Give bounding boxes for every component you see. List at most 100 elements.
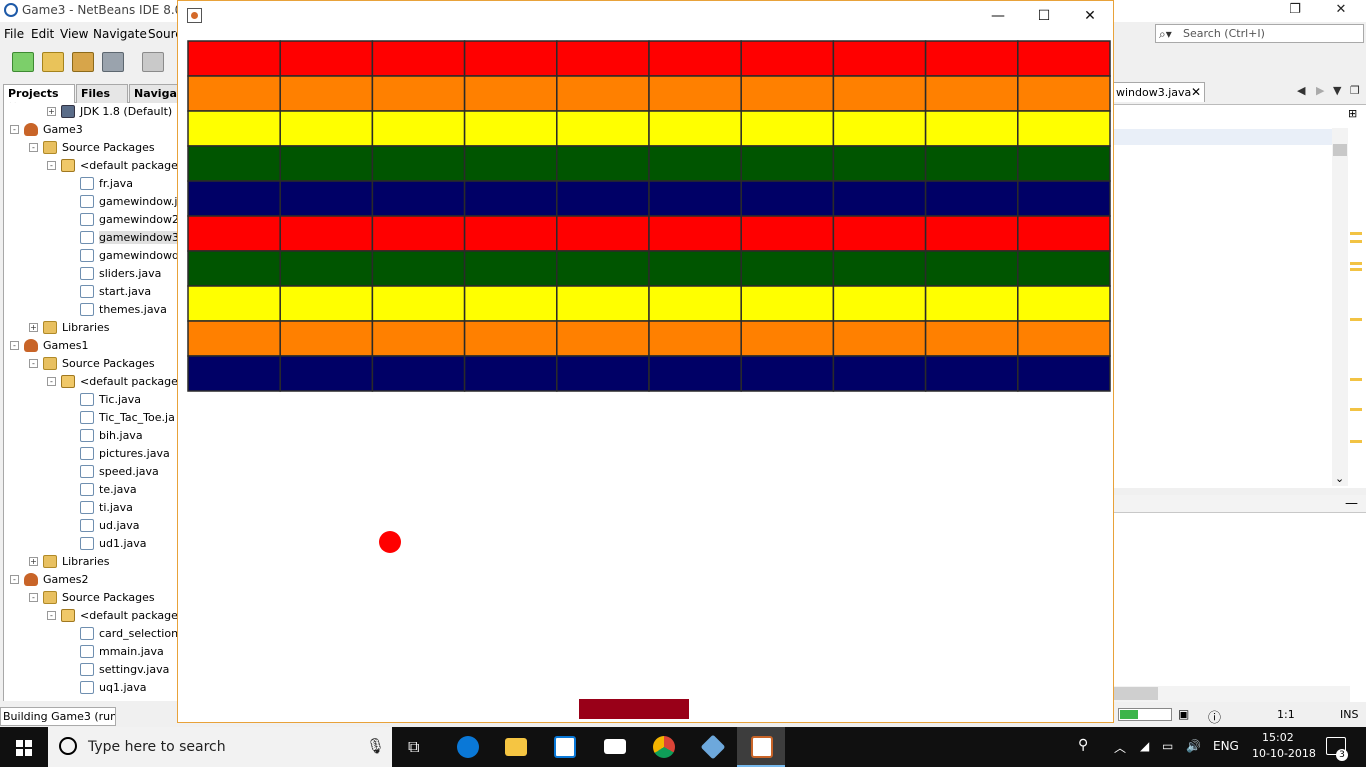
taskbar-store[interactable] [540,727,588,767]
chevron-left-icon[interactable]: ◀ [1297,84,1305,97]
ide-close-icon[interactable]: ✕ [1318,0,1364,22]
collapse-icon[interactable]: - [10,125,19,134]
minimize-icon[interactable]: — [975,1,1021,31]
error-stripe-marker[interactable] [1350,262,1362,265]
undo-icon[interactable] [142,52,164,72]
close-icon[interactable]: ✕ [1191,85,1201,99]
build-status-label[interactable]: Building Game3 (run)... [0,707,116,726]
taskbar-chrome[interactable] [639,727,687,767]
taskbar-search-placeholder: Type here to search [88,739,226,755]
error-stripe-marker[interactable] [1350,408,1362,411]
chevron-up-icon[interactable]: ︿ [1114,739,1126,756]
ide-window-title: Game3 - NetBeans IDE 8.0 [22,3,183,17]
ide-restore-icon[interactable]: ❐ [1272,0,1318,22]
editor-scrollbar-thumb[interactable] [1333,144,1347,156]
windows-logo-icon [25,740,32,747]
collapse-icon[interactable]: - [47,377,56,386]
error-stripe-marker[interactable] [1350,378,1362,381]
open-project-icon[interactable] [72,52,94,72]
collapse-icon[interactable]: - [29,143,38,152]
error-stripe-marker[interactable] [1350,268,1362,271]
tree-row-label: Source Packages [62,357,155,370]
brick [648,145,742,182]
wifi-icon[interactable]: ◢ [1140,739,1149,753]
notification-icon[interactable]: ⓘ [1208,707,1221,726]
ide-search-input[interactable]: ⌕▾ Search (Ctrl+I) [1155,24,1364,43]
collapse-icon[interactable]: - [47,161,56,170]
brick [832,40,927,77]
people-icon[interactable]: ⚲ [1078,737,1088,753]
error-stripe-marker[interactable] [1350,240,1362,243]
java-file-icon [80,663,94,676]
caret-position: 1:1 [1277,708,1295,721]
collapse-icon[interactable]: - [10,341,19,350]
menu-file[interactable]: File [4,27,24,41]
menu-view[interactable]: View [60,27,88,41]
clock-time[interactable]: 15:02 [1262,731,1294,744]
output-hscrollbar[interactable] [1112,686,1350,702]
input-language[interactable]: ENG [1213,739,1239,753]
game-paddle[interactable] [579,699,689,719]
taskbar-search-box[interactable]: Type here to search 🎙 [48,727,392,767]
ide-toolbar [0,46,180,78]
tab-files[interactable]: Files [76,84,128,103]
chevron-down-icon[interactable]: ▼ [1333,84,1341,97]
clock-date[interactable]: 10-10-2018 [1252,747,1316,760]
output-hscrollbar-thumb[interactable] [1112,687,1158,700]
collapse-icon[interactable]: - [29,593,38,602]
tab-projects[interactable]: Projects ✕ [3,84,75,113]
brick [187,40,281,77]
expand-icon[interactable]: + [29,323,38,332]
error-stripe-marker[interactable] [1350,318,1362,321]
brick [1017,40,1111,77]
save-all-icon[interactable] [102,52,124,72]
taskbar-java-app[interactable] [737,727,785,767]
brick [648,320,742,357]
taskbar-mail[interactable] [590,727,638,767]
tree-row-label: start.java [99,285,152,298]
start-button[interactable] [0,727,48,767]
output-panel[interactable] [1112,495,1366,702]
tree-row-label: Tic_Tac_Toe.ja [99,411,175,424]
error-stripe-marker[interactable] [1350,232,1362,235]
collapse-icon[interactable]: - [10,575,19,584]
taskbar-virtualbox[interactable] [688,727,736,767]
build-progress-bar[interactable] [1118,708,1172,721]
editor-scrollbar[interactable] [1332,128,1348,486]
java-app-icon[interactable] [187,8,202,23]
memory-icon[interactable]: ▣ [1178,707,1189,721]
menu-edit[interactable]: Edit [31,27,54,41]
expand-icon[interactable]: + [47,107,56,116]
chevron-right-icon[interactable]: ▶ [1316,84,1324,97]
new-file-icon[interactable] [12,52,34,72]
taskbar-file-explorer[interactable] [491,727,539,767]
microphone-icon[interactable]: 🎙 [366,737,385,755]
brick-breaker-game-window[interactable]: — ☐ ✕ [177,0,1114,723]
game-canvas[interactable] [178,31,1113,722]
taskbar-edge[interactable] [443,727,491,767]
minimize-icon[interactable]: — [1345,496,1358,511]
error-stripe-marker[interactable] [1350,440,1362,443]
brick [740,180,835,217]
task-view-button[interactable]: ⧉ [392,727,440,767]
expand-icon[interactable]: + [29,557,38,566]
collapse-icon[interactable]: - [47,611,56,620]
game-titlebar[interactable]: — ☐ ✕ [178,1,1113,31]
folder-icon [505,738,527,756]
code-editor[interactable]: ⊞ [1112,104,1366,488]
maximize-icon[interactable]: ☐ [1021,1,1067,31]
close-icon[interactable]: ✕ [1067,1,1113,31]
brick [187,320,281,357]
menu-navigate[interactable]: Navigate [93,27,147,41]
volume-icon[interactable]: 🔊 [1186,739,1201,753]
battery-icon[interactable]: ▭ [1162,739,1173,753]
scroll-down-icon[interactable]: ⌄ [1335,472,1344,485]
editor-tab-gamewindow3[interactable]: window3.java ✕ [1112,82,1205,102]
java-file-icon [80,483,94,496]
new-project-icon[interactable] [42,52,64,72]
java-file-icon [80,177,94,190]
collapse-icon[interactable]: - [29,359,38,368]
restore-window-icon[interactable]: ❐ [1350,84,1360,97]
split-editor-icon[interactable]: ⊞ [1348,107,1357,120]
tab-navigator[interactable]: Navigato [129,84,183,103]
